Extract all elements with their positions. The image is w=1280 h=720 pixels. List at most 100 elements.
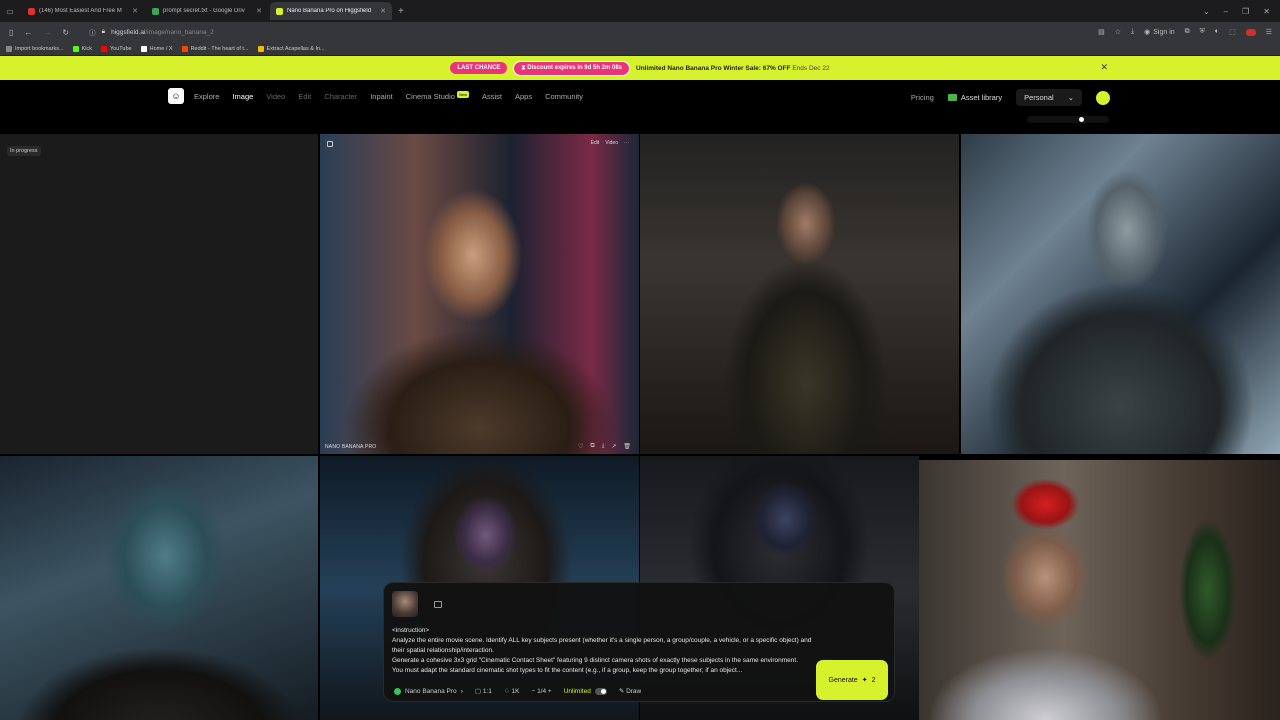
main-nav: Explore Image Video Edit Character Inpai… — [194, 91, 583, 101]
gallery-image-man-city-street[interactable]: Edit Video ⋯ NANO BANANA PRO ♡ ⧉ ⤓ ↗ 🗑︎ — [320, 134, 639, 454]
gallery-image-woman-alley[interactable] — [640, 134, 959, 454]
toggle-switch[interactable] — [594, 687, 607, 695]
close-promo-icon[interactable]: ✕ — [1100, 62, 1108, 73]
volume-icon[interactable]: 🔈︎ — [1215, 28, 1219, 36]
nav-video[interactable]: Video — [266, 92, 285, 101]
more-icon[interactable]: ⋯ — [624, 140, 629, 146]
bookmark-youtube[interactable]: YouTube — [101, 45, 132, 52]
menu-icon[interactable]: ☰ — [1266, 28, 1272, 36]
higgsfield-logo-icon[interactable]: ☺ — [168, 88, 184, 104]
model-select[interactable]: Nano Banana Pro › — [394, 687, 463, 695]
select-checkbox[interactable] — [327, 141, 333, 147]
nav-character[interactable]: Character — [324, 92, 357, 101]
generate-button[interactable]: Generate ✦ 2 — [816, 660, 888, 700]
copy-icon[interactable]: ⧉ — [590, 443, 594, 450]
video-action[interactable]: Video — [605, 140, 618, 146]
browser-tab-higgsfield[interactable]: Nano Banana Pro on Higgsfield ✕ — [270, 2, 392, 20]
minimize-icon[interactable]: – — [1224, 7, 1228, 16]
draw-button[interactable]: ✎ Draw — [619, 687, 641, 695]
bookmarks-bar: Import bookmarks... Kick YouTube Home / … — [0, 42, 1280, 56]
unlimited-toggle[interactable]: Unlimited — [564, 687, 607, 695]
aspect-icon: ▢ — [474, 688, 483, 695]
record-extension-icon[interactable] — [1245, 28, 1256, 36]
edit-action[interactable]: Edit — [591, 140, 600, 146]
bookmark-star-icon[interactable]: ☆ — [1115, 28, 1121, 36]
like-icon[interactable]: ♡ — [578, 443, 583, 450]
sidebar-icon[interactable]: ▯ — [9, 28, 13, 37]
model-watermark: NANO BANANA PRO — [325, 444, 377, 450]
back-icon[interactable]: ← — [24, 28, 32, 37]
tab-list-chevron-icon[interactable]: ⌄ — [1203, 7, 1210, 16]
aspect-ratio-select[interactable]: ▢ 1:1 — [475, 687, 492, 695]
drive-favicon-icon — [152, 7, 159, 15]
bookmark-reddit[interactable]: Reddit - The heart of t... — [181, 45, 249, 52]
forward-icon[interactable]: → — [43, 28, 51, 37]
pricing-link[interactable]: Pricing — [911, 93, 934, 102]
draw-label: Draw — [626, 688, 642, 695]
webcam-overlay — [919, 460, 1280, 720]
close-tab-icon[interactable]: ✕ — [380, 7, 386, 15]
gallery-image-alien-film-set[interactable] — [0, 456, 318, 720]
model-icon — [394, 687, 401, 695]
x-icon — [140, 45, 147, 52]
browser-tab-youtube[interactable]: (146) Most Easiest And Free M ✕ — [22, 2, 144, 20]
prompt-input[interactable]: <instruction> Analyze the entire movie s… — [392, 626, 812, 678]
url-field[interactable]: ⓘ 🔒︎ higgsfield.ai/image/nano_banana_2 — [89, 27, 214, 37]
tab-label: Nano Banana Pro on Higgsfield — [287, 8, 372, 14]
shield-icon[interactable]: ⛨ — [1200, 28, 1205, 36]
asset-library-button[interactable]: Asset library — [947, 93, 1002, 102]
add-image-icon[interactable] — [434, 601, 442, 608]
gallery-image-alien-spaceship[interactable] — [961, 134, 1280, 454]
diamond-icon: ♢ — [503, 688, 512, 695]
promo-text: Unlimited Nano Banana Pro Winter Sale: 6… — [636, 65, 830, 72]
site-info-icon[interactable]: ⓘ — [89, 27, 96, 37]
in-progress-tile: In progress — [0, 134, 318, 454]
maximize-icon[interactable]: ❐ — [1242, 7, 1249, 16]
screenshot-icon[interactable]: ⬚ — [1229, 28, 1236, 36]
download-icon[interactable]: ⤓ — [1131, 28, 1134, 36]
in-progress-label: In progress — [7, 146, 41, 156]
sign-in-button[interactable]: ◉ Sign in — [1144, 28, 1175, 37]
close-tab-icon[interactable]: ✕ — [132, 7, 138, 15]
avatar[interactable] — [1096, 90, 1110, 105]
folder-icon — [947, 94, 957, 101]
close-tab-icon[interactable]: ✕ — [256, 7, 262, 15]
nav-inpaint[interactable]: Inpaint — [370, 92, 393, 101]
bookmark-x[interactable]: Home / X — [140, 45, 173, 52]
new-tab-icon[interactable]: + — [398, 6, 404, 17]
grid-size-slider[interactable] — [1027, 116, 1109, 123]
resolution-select[interactable]: ♢ 1K — [504, 687, 520, 695]
bookmark-label: Reddit - The heart of t... — [190, 45, 249, 52]
close-window-icon[interactable]: ✕ — [1263, 7, 1270, 16]
plus-icon[interactable]: + — [546, 688, 552, 695]
bookmark-label: Import bookmarks... — [15, 45, 64, 52]
nav-edit[interactable]: Edit — [298, 92, 311, 101]
share-icon[interactable]: ↗ — [611, 443, 616, 450]
slider-handle[interactable] — [1079, 117, 1084, 122]
nav-assist[interactable]: Assist — [482, 92, 502, 101]
nav-community[interactable]: Community — [545, 92, 583, 101]
nav-apps[interactable]: Apps — [515, 92, 532, 101]
download-icon[interactable]: ⤓ — [602, 443, 605, 450]
reference-image-thumbnail[interactable] — [392, 591, 418, 617]
workspace-select[interactable]: Personal ⌄ — [1016, 89, 1082, 106]
delete-icon[interactable]: 🗑︎ — [623, 443, 631, 450]
nav-explore[interactable]: Explore — [194, 92, 219, 101]
bookmark-kick[interactable]: Kick — [72, 45, 92, 52]
reload-icon[interactable]: ↻ — [62, 28, 69, 37]
reader-mode-icon[interactable]: ▤ — [1098, 28, 1105, 36]
extensions-icon[interactable]: ⧉ — [1185, 28, 1190, 36]
youtube-favicon-icon — [28, 7, 35, 15]
bookmark-import[interactable]: Import bookmarks... — [6, 45, 64, 52]
browser-tab-drive[interactable]: prompt secret.txt - Google Driv ✕ — [146, 2, 268, 20]
count-stepper[interactable]: − 1/4 + — [531, 688, 551, 695]
promo-banner[interactable]: LAST CHANCE ⧗ Discount expires in 9d 5h … — [0, 56, 1280, 80]
bookmark-acapellas[interactable]: Extract Acapellas & In... — [257, 45, 325, 52]
nav-image[interactable]: Image — [232, 92, 253, 101]
generate-label: Generate — [828, 676, 858, 684]
tab-label: prompt secret.txt - Google Driv — [163, 8, 245, 14]
nav-cinema-studio[interactable]: Cinema Studio New — [406, 91, 469, 101]
tab-actions-icon[interactable]: ▭ — [0, 0, 20, 22]
sign-in-label: Sign in — [1153, 28, 1175, 36]
bookmark-label: Home / X — [149, 45, 173, 52]
